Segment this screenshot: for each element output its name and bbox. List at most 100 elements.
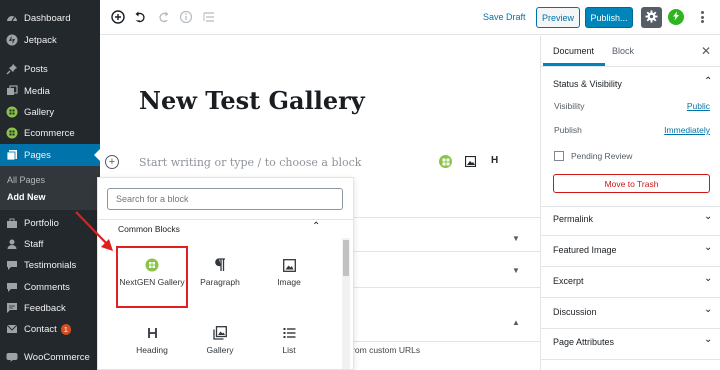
panel-divider <box>541 206 720 207</box>
feedback-icon <box>6 302 18 314</box>
dashboard-icon <box>6 12 18 24</box>
menu-label: Staff <box>24 238 44 250</box>
admin-menu: Dashboard Jetpack Posts Media Gallery Ec… <box>0 0 101 370</box>
menu-label: Feedback <box>24 302 66 314</box>
inserter-scroll-thumb[interactable] <box>343 240 349 276</box>
visibility-value-link[interactable]: Public <box>687 101 710 111</box>
menu-item-gallery[interactable]: Gallery <box>0 101 100 123</box>
chevron-up-icon[interactable]: ⌃ <box>704 76 712 87</box>
panel-divider <box>541 235 720 236</box>
block-nextgen-gallery[interactable]: NextGEN Gallery <box>116 246 188 308</box>
metabox-toggle-icon[interactable]: ▼ <box>512 234 520 243</box>
post-title[interactable]: New Test Gallery <box>139 86 365 115</box>
menu-item-portfolio[interactable]: Portfolio <box>0 212 100 234</box>
settings-tabs: Document Block ✕ <box>541 36 720 67</box>
block-label: Paragraph <box>200 277 240 287</box>
panel-permalink[interactable]: Permalink <box>553 214 593 224</box>
settings-sidebar: Document Block ✕ Status & Visibility ⌃ V… <box>540 36 720 370</box>
submenu-add-new[interactable]: Add New <box>7 192 46 202</box>
add-block-icon[interactable] <box>111 10 125 24</box>
info-icon[interactable] <box>179 10 193 24</box>
staff-icon <box>6 238 18 250</box>
chevron-down-icon[interactable]: ⌄ <box>704 304 712 315</box>
menu-label: WooCommerce <box>24 351 90 363</box>
block-image[interactable]: Image <box>255 248 323 306</box>
quick-heading-icon[interactable]: H <box>491 155 498 166</box>
metabox-toggle-icon[interactable]: ▲ <box>512 318 520 327</box>
submenu-all-pages[interactable]: All Pages <box>7 175 45 185</box>
tab-block[interactable]: Block <box>612 46 634 56</box>
panel-excerpt[interactable]: Excerpt <box>553 276 584 286</box>
pending-review-checkbox[interactable] <box>554 151 564 161</box>
block-placeholder[interactable]: Start writing or type / to choose a bloc… <box>139 156 361 169</box>
quick-nextgen-gallery-icon[interactable] <box>439 155 452 168</box>
woocommerce-icon <box>6 351 18 363</box>
menu-label: Portfolio <box>24 217 59 229</box>
common-blocks-heading[interactable]: Common Blocks <box>118 224 180 234</box>
publish-button[interactable]: Publish... <box>585 7 633 28</box>
more-options-icon[interactable] <box>698 8 706 26</box>
undo-icon[interactable] <box>134 10 148 24</box>
panel-divider <box>541 359 720 360</box>
menu-item-media[interactable]: Media <box>0 80 100 102</box>
redo-icon[interactable] <box>156 10 170 24</box>
pages-icon <box>6 149 18 161</box>
nextgen-icon <box>6 127 18 139</box>
chevron-down-icon[interactable]: ⌄ <box>704 334 712 345</box>
menu-item-jetpack[interactable]: Jetpack <box>0 29 100 51</box>
panel-discussion[interactable]: Discussion <box>553 307 597 317</box>
quick-image-icon[interactable] <box>464 155 477 168</box>
close-icon[interactable]: ✕ <box>701 44 711 58</box>
status-visibility-title[interactable]: Status & Visibility <box>553 79 622 89</box>
metabox-toggle-icon[interactable]: ▼ <box>512 266 520 275</box>
preview-button[interactable]: Preview <box>536 7 580 28</box>
pages-submenu: All Pages Add New <box>0 166 100 210</box>
menu-label: Posts <box>24 63 48 75</box>
block-gallery[interactable]: Gallery <box>186 316 254 369</box>
contact-count-badge: 1 <box>60 323 71 335</box>
menu-item-comments[interactable]: Comments <box>0 276 100 298</box>
inline-add-block-icon[interactable]: + <box>105 155 119 169</box>
menu-item-contact[interactable]: Contact 1 <box>0 318 100 340</box>
menu-item-posts[interactable]: Posts <box>0 58 100 80</box>
panel-featured-image[interactable]: Featured Image <box>553 245 617 255</box>
nextgen-icon <box>6 106 18 118</box>
menu-item-pages[interactable]: Pages <box>0 144 101 166</box>
pending-review-label[interactable]: Pending Review <box>571 151 632 161</box>
pin-icon <box>6 63 18 75</box>
menu-item-feedback[interactable]: Feedback <box>0 297 100 319</box>
publish-date-link[interactable]: Immediately <box>664 125 710 135</box>
panel-page-attributes[interactable]: Page Attributes <box>553 337 614 347</box>
menu-label: Testimonials <box>24 259 77 271</box>
move-to-trash-button[interactable]: Move to Trash <box>553 174 710 193</box>
active-tab-indicator <box>543 63 605 66</box>
menu-item-ecommerce[interactable]: Ecommerce <box>0 122 100 144</box>
inserter-divider <box>98 219 353 220</box>
jetpack-button[interactable] <box>668 9 684 25</box>
block-list[interactable]: List <box>255 316 323 369</box>
block-search-input[interactable] <box>107 188 343 210</box>
tab-document[interactable]: Document <box>553 46 594 56</box>
nextgen-gallery-icon <box>145 256 159 274</box>
block-paragraph[interactable]: Paragraph <box>186 248 254 306</box>
chevron-down-icon[interactable]: ⌄ <box>704 273 712 284</box>
save-draft-button[interactable]: Save Draft <box>483 12 526 22</box>
menu-item-staff[interactable]: Staff <box>0 233 100 255</box>
contact-icon <box>6 323 18 335</box>
menu-item-testimonials[interactable]: Testimonials <box>0 254 100 276</box>
menu-label: Comments <box>24 281 70 293</box>
settings-button[interactable] <box>641 7 662 28</box>
block-heading[interactable]: Heading <box>118 316 186 369</box>
block-label: Image <box>277 277 301 287</box>
menu-label: Contact <box>24 323 57 335</box>
block-navigation-icon[interactable] <box>202 10 216 24</box>
menu-label: Gallery <box>24 106 55 118</box>
block-label: NextGEN Gallery <box>119 277 185 287</box>
media-icon <box>6 85 18 97</box>
collapse-chevron-icon[interactable]: ⌃ <box>312 221 320 232</box>
menu-item-dashboard[interactable]: Dashboard <box>0 7 100 29</box>
menu-item-woocommerce[interactable]: WooCommerce <box>0 346 100 368</box>
editor-toolbar: Save Draft Preview Publish... <box>100 0 720 35</box>
chevron-down-icon[interactable]: ⌄ <box>704 242 712 253</box>
chevron-down-icon[interactable]: ⌄ <box>704 211 712 222</box>
